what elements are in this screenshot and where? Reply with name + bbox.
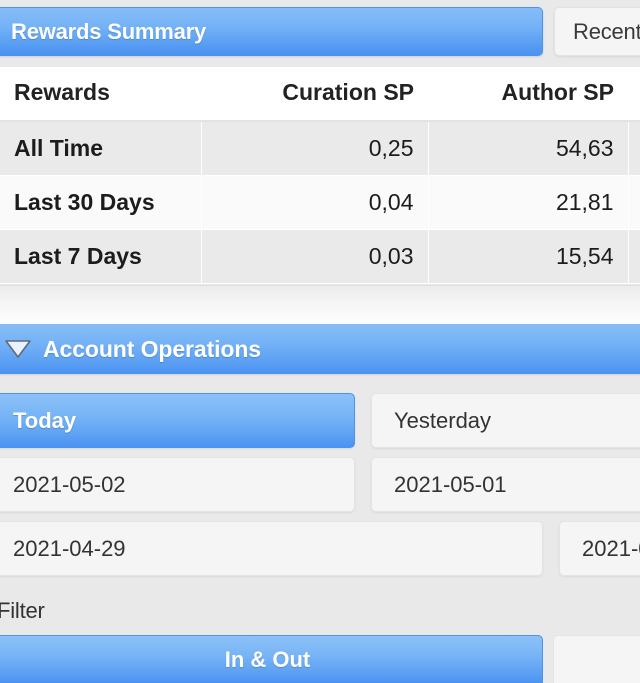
tab-recent-label: Recent bbox=[573, 18, 640, 44]
tab-recent[interactable]: Recent bbox=[554, 7, 640, 56]
rewards-table-container: Rewards Curation SP Author SP All Time 0… bbox=[0, 67, 640, 284]
column-header-overflow bbox=[628, 67, 640, 122]
date-button-partial[interactable]: 2021-0 bbox=[559, 521, 640, 576]
section-separator bbox=[0, 285, 640, 324]
tab-rewards-summary-label: Rewards Summary bbox=[11, 18, 207, 44]
cell-overflow bbox=[628, 121, 640, 176]
date-button-2021-05-02[interactable]: 2021-05-02 bbox=[0, 457, 355, 512]
account-operations-header[interactable]: Account Operations bbox=[0, 324, 640, 374]
date-button-2021-05-02-label: 2021-05-02 bbox=[13, 471, 126, 497]
column-header-rewards: Rewards bbox=[0, 67, 201, 122]
rewards-screen: Rewards Summary Recent Rewards Curation … bbox=[0, 0, 640, 683]
table-row: All Time 0,25 54,63 bbox=[0, 121, 640, 176]
cell-overflow bbox=[628, 229, 640, 284]
date-button-yesterday-label: Yesterday bbox=[394, 407, 492, 433]
column-header-curation-sp: Curation SP bbox=[201, 67, 428, 122]
cell-period: Last 30 Days bbox=[0, 175, 202, 230]
cell-author-sp: 21,81 bbox=[428, 175, 629, 230]
cell-period: Last 7 Days bbox=[0, 229, 202, 284]
date-button-2021-04-29[interactable]: 2021-04-29 bbox=[0, 521, 543, 576]
account-operations-title: Account Operations bbox=[43, 335, 262, 362]
date-button-today-label: Today bbox=[13, 407, 77, 433]
cell-curation-sp: 0,04 bbox=[201, 175, 429, 230]
top-tab-bar: Rewards Summary Recent bbox=[0, 7, 640, 56]
tab-next-partial[interactable] bbox=[553, 635, 640, 683]
cell-period: All Time bbox=[0, 121, 202, 176]
filter-label: Filter bbox=[0, 598, 45, 623]
date-button-partial-label: 2021-0 bbox=[582, 535, 640, 561]
table-header-row: Rewards Curation SP Author SP bbox=[0, 67, 640, 122]
cell-curation-sp: 0,25 bbox=[201, 121, 429, 176]
cell-author-sp: 54,63 bbox=[428, 121, 629, 176]
date-button-2021-05-01[interactable]: 2021-05-01 bbox=[371, 457, 640, 512]
tab-in-and-out[interactable]: In & Out bbox=[0, 635, 543, 683]
cell-author-sp: 15,54 bbox=[428, 229, 629, 284]
date-button-today[interactable]: Today bbox=[0, 393, 355, 448]
date-button-2021-05-01-label: 2021-05-01 bbox=[394, 471, 507, 497]
table-row: Last 7 Days 0,03 15,54 bbox=[0, 229, 640, 284]
date-button-2021-04-29-label: 2021-04-29 bbox=[13, 535, 126, 561]
date-button-yesterday[interactable]: Yesterday bbox=[371, 393, 640, 448]
chevron-down-icon[interactable] bbox=[4, 338, 32, 360]
rewards-table-body: All Time 0,25 54,63 Last 30 Days 0,04 21… bbox=[0, 121, 640, 284]
cell-overflow bbox=[628, 175, 640, 230]
table-row: Last 30 Days 0,04 21,81 bbox=[0, 175, 640, 230]
rewards-table: Rewards Curation SP Author SP All Time 0… bbox=[0, 67, 640, 284]
column-header-author-sp: Author SP bbox=[428, 67, 628, 122]
rewards-table-head: Rewards Curation SP Author SP bbox=[0, 67, 640, 122]
tab-in-and-out-label: In & Out bbox=[224, 646, 311, 672]
date-row-2: 2021-05-02 2021-05-01 bbox=[0, 457, 640, 512]
date-filter-grid: Today Yesterday 2021-05-02 2021-05-01 20… bbox=[0, 393, 640, 585]
date-row-1: Today Yesterday bbox=[0, 393, 640, 448]
tab-rewards-summary[interactable]: Rewards Summary bbox=[0, 7, 543, 56]
cell-curation-sp: 0,03 bbox=[201, 229, 429, 284]
bottom-tab-bar: In & Out bbox=[0, 635, 640, 683]
date-row-3: 2021-04-29 2021-0 bbox=[0, 521, 640, 576]
